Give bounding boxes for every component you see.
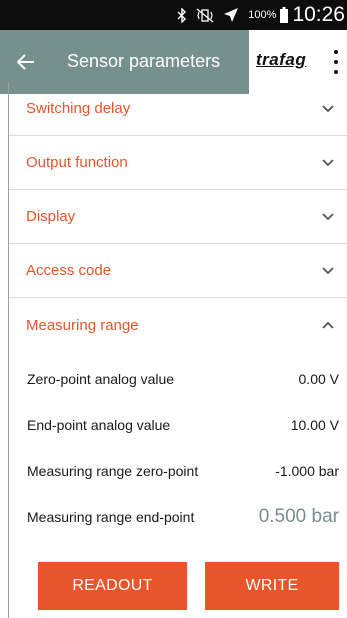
section-access-code[interactable]: Access code bbox=[9, 244, 347, 298]
brand-logo: trafag bbox=[256, 50, 307, 69]
dot bbox=[334, 60, 338, 64]
vibrate-off-icon bbox=[196, 7, 214, 23]
chevron-down-icon bbox=[322, 212, 334, 220]
section-label: Display bbox=[26, 208, 76, 225]
chevron-down-icon bbox=[322, 266, 334, 274]
write-button[interactable]: WRITE bbox=[205, 562, 339, 610]
param-label: Measuring range zero-point bbox=[27, 463, 199, 479]
chevron-up-icon bbox=[322, 321, 334, 329]
section-measuring-range[interactable]: Measuring range bbox=[9, 298, 347, 352]
section-display[interactable]: Display bbox=[9, 190, 347, 244]
section-switching-delay[interactable]: Switching delay bbox=[9, 82, 347, 136]
param-row-range-zero-point: Measuring range zero-point -1.000 bar bbox=[9, 455, 347, 487]
param-value[interactable]: -1.000 bar bbox=[275, 463, 339, 479]
dot bbox=[334, 70, 338, 74]
battery-percent: 100% bbox=[248, 9, 277, 21]
back-button[interactable] bbox=[12, 48, 40, 76]
section-output-function[interactable]: Output function bbox=[9, 136, 347, 190]
param-value[interactable]: 10.00 V bbox=[291, 417, 339, 433]
battery-icon bbox=[280, 7, 289, 23]
section-label: Switching delay bbox=[26, 100, 131, 117]
param-label: Zero-point analog value bbox=[27, 371, 175, 387]
param-label: Measuring range end-point bbox=[27, 509, 195, 525]
clock: 10:26 bbox=[292, 3, 345, 26]
dot bbox=[334, 50, 338, 54]
param-row-zero-point-analog: Zero-point analog value 0.00 V bbox=[9, 363, 347, 395]
bluetooth-icon bbox=[177, 7, 187, 23]
param-label: End-point analog value bbox=[27, 417, 171, 433]
page-title: Sensor parameters bbox=[67, 51, 221, 71]
overflow-menu-button[interactable] bbox=[329, 50, 343, 74]
section-label: Measuring range bbox=[26, 316, 139, 334]
airplane-mode-icon bbox=[223, 7, 239, 23]
readout-button[interactable]: READOUT bbox=[38, 562, 187, 610]
status-bar: 100% 10:26 bbox=[0, 0, 347, 30]
param-value-input[interactable]: 0.500 bar bbox=[259, 506, 339, 528]
settings-content: Switching delay Output function Display … bbox=[0, 82, 347, 618]
section-label: Output function bbox=[26, 154, 128, 171]
param-row-range-end-point: Measuring range end-point 0.500 bar bbox=[9, 501, 347, 533]
back-arrow-icon bbox=[17, 54, 34, 70]
chevron-down-icon bbox=[322, 104, 334, 112]
param-value[interactable]: 0.00 V bbox=[299, 371, 339, 387]
param-row-end-point-analog: End-point analog value 10.00 V bbox=[9, 409, 347, 441]
section-label: Access code bbox=[26, 262, 112, 279]
chevron-down-icon bbox=[322, 158, 334, 166]
